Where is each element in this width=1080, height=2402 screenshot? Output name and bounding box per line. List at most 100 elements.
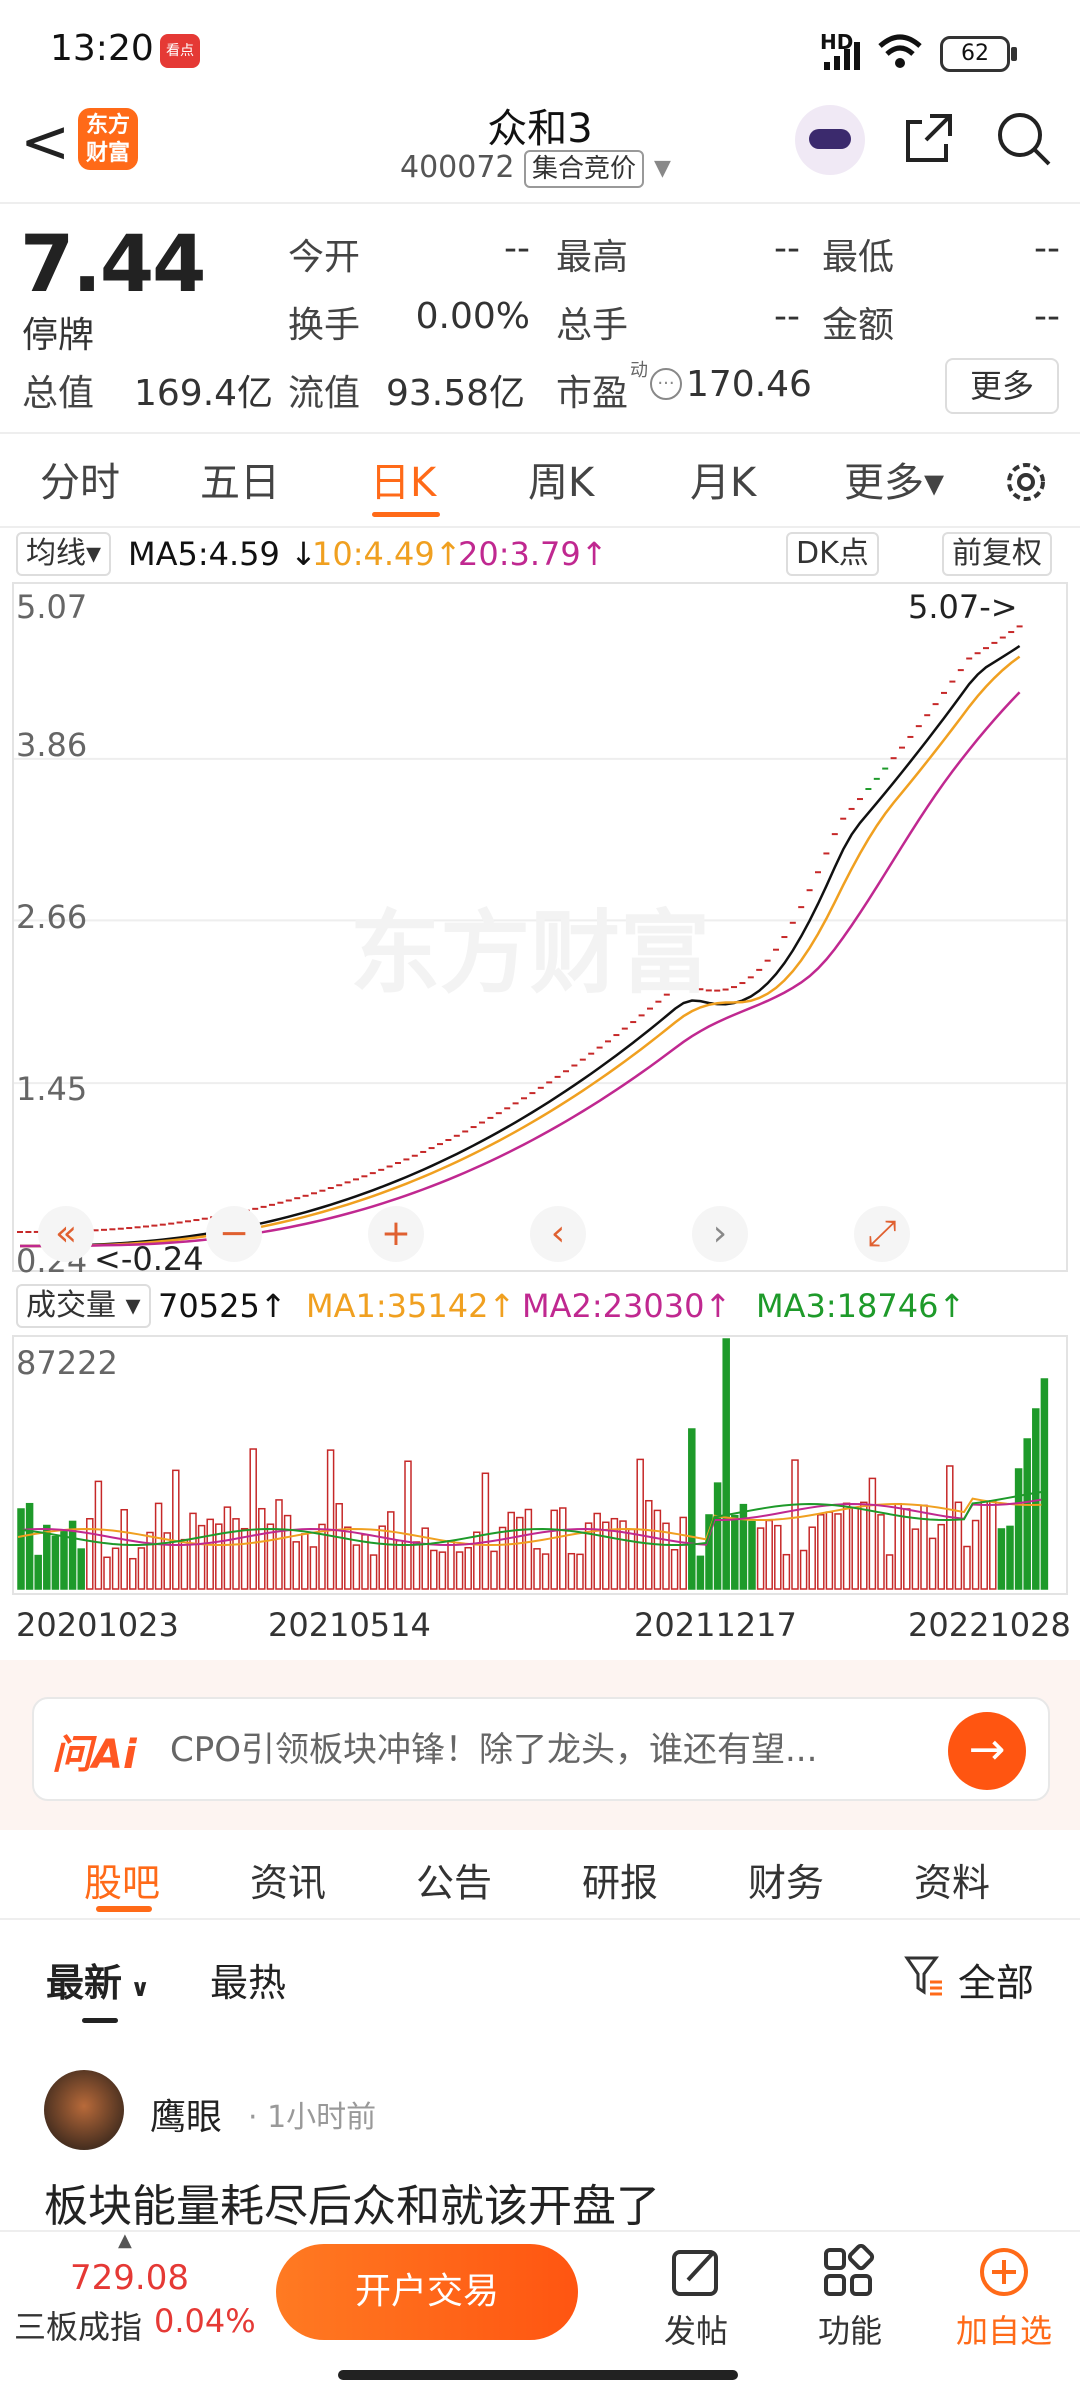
caret-down-icon[interactable]: ▼: [654, 156, 671, 181]
volume-bar: [946, 1465, 954, 1590]
post-time: · 1小时前: [248, 2100, 377, 2135]
tab-guba[interactable]: 股吧: [84, 1852, 160, 1907]
tab-intraday[interactable]: 分时: [40, 450, 120, 508]
volume-bar: [1023, 1438, 1031, 1590]
tab-weekly-k[interactable]: 周K: [528, 450, 594, 508]
tab-finance[interactable]: 财务: [748, 1852, 824, 1907]
index-value[interactable]: 729.08: [70, 2258, 189, 2298]
volume-bar: [799, 1549, 808, 1590]
volume-bar: [868, 1477, 877, 1590]
post-button-label[interactable]: 发帖: [664, 2306, 728, 2352]
volume-bar: [653, 1509, 662, 1590]
divider: [0, 432, 1080, 434]
index-name[interactable]: 三板成指: [14, 2302, 142, 2348]
vol-ma3-line: [17, 1491, 1042, 1547]
tab-more[interactable]: 更多▾: [844, 450, 944, 508]
volume-current: 70525↑: [158, 1287, 287, 1325]
y-tick: 1.45: [16, 1070, 88, 1108]
y-tick: 2.66: [16, 898, 88, 936]
volume-select[interactable]: 成交量 ▾: [16, 1284, 151, 1328]
volume-label: 总手: [556, 305, 629, 346]
home-indicator[interactable]: [338, 2370, 738, 2380]
volume-bar: [25, 1502, 34, 1590]
volume-bar: [731, 1514, 739, 1590]
ai-prompt-text[interactable]: CPO引领板块冲锋！除了龙头，谁还有望...: [170, 1722, 930, 1771]
ma-select[interactable]: 均线▾: [16, 532, 112, 576]
volume-bar: [507, 1511, 515, 1590]
add-watchlist-icon[interactable]: [976, 2244, 1032, 2300]
tab-announcement[interactable]: 公告: [416, 1852, 492, 1907]
amount-value: --: [1034, 296, 1060, 337]
volume-bar: [473, 1531, 481, 1590]
ai-go-button[interactable]: →: [948, 1712, 1026, 1790]
vol-ma1: MA1:35142↑: [306, 1287, 516, 1325]
dk-point-button[interactable]: DK点: [786, 532, 879, 576]
volume-bar: [696, 1555, 705, 1590]
edit-post-icon[interactable]: [668, 2244, 724, 2300]
tab-five-day[interactable]: 五日: [200, 450, 280, 508]
low-label: 最低: [822, 237, 895, 278]
ai-robot-icon[interactable]: [795, 105, 865, 175]
sort-latest[interactable]: 最新 ∨: [46, 1952, 150, 2007]
vol-ma2-line: [17, 1498, 1042, 1547]
open-account-button[interactable]: 开户交易: [276, 2244, 578, 2340]
function-button-label[interactable]: 功能: [818, 2306, 882, 2352]
avatar[interactable]: [44, 2070, 124, 2150]
tab-monthly-k[interactable]: 月K: [690, 450, 756, 508]
volume-bar: [163, 1532, 171, 1590]
rewind-button[interactable]: «: [38, 1206, 94, 1262]
volume-bar: [903, 1508, 911, 1590]
tab-profile[interactable]: 资料: [914, 1852, 990, 1907]
expand-button[interactable]: ⤢: [854, 1206, 910, 1262]
adjust-select[interactable]: 前复权: [942, 532, 1052, 576]
volume-bar: [954, 1501, 963, 1590]
next-button[interactable]: ›: [692, 1206, 748, 1262]
current-price: 7.44: [20, 220, 206, 310]
volume-bar: [851, 1507, 859, 1590]
post-username[interactable]: 鹰眼: [150, 2088, 222, 2140]
battery-icon: 62: [940, 36, 1017, 72]
date-label: 20201023: [16, 1606, 179, 1644]
volume-bar: [860, 1501, 868, 1590]
volume-bar: [154, 1502, 163, 1590]
amount-label: 金额: [822, 305, 895, 346]
volume-bar: [137, 1547, 146, 1590]
mcap-label: 总值: [22, 373, 95, 414]
pe-info-icon[interactable]: ···: [650, 368, 682, 400]
search-icon[interactable]: [995, 110, 1053, 168]
ma5-value: MA5:4.59 ↓: [128, 535, 317, 573]
volume-bar: [980, 1501, 988, 1590]
volume-bar: [550, 1509, 558, 1590]
apps-icon[interactable]: [820, 2244, 876, 2300]
add-watchlist-label[interactable]: 加自选: [956, 2306, 1052, 2352]
filter-icon[interactable]: [904, 1954, 944, 1998]
date-label: 20211217: [634, 1606, 797, 1644]
trading-status: 停牌: [22, 315, 95, 356]
volume-bar: [412, 1541, 421, 1590]
volume-chart[interactable]: [12, 1335, 1068, 1595]
volume-bar: [180, 1538, 189, 1590]
tab-news[interactable]: 资讯: [250, 1852, 326, 1907]
zoom-in-button[interactable]: +: [368, 1206, 424, 1262]
sort-hot[interactable]: 最热: [210, 1952, 286, 2007]
volume-bar: [885, 1554, 894, 1590]
more-button[interactable]: 更多: [945, 358, 1059, 414]
share-icon[interactable]: [900, 110, 956, 166]
zoom-out-button[interactable]: −: [206, 1206, 262, 1262]
signal-icon: [824, 42, 860, 70]
tab-research[interactable]: 研报: [582, 1852, 658, 1907]
volume-bar: [1014, 1468, 1023, 1590]
open-label: 今开: [288, 237, 361, 278]
volume-bar: [51, 1535, 60, 1590]
filter-all[interactable]: 全部: [958, 1952, 1034, 2007]
tab-daily-k[interactable]: 日K: [370, 450, 436, 508]
pe-value: 170.46: [686, 364, 812, 405]
ma20-value: 20:3.79↑: [458, 535, 608, 573]
volume-bar: [842, 1502, 851, 1590]
volume-bar: [344, 1526, 352, 1590]
volume-bar: [232, 1518, 240, 1590]
post-title[interactable]: 板块能量耗尽后众和就该开盘了: [44, 2170, 660, 2234]
prev-button[interactable]: ‹: [530, 1206, 586, 1262]
auction-badge[interactable]: 集合竞价: [524, 150, 645, 188]
gear-icon[interactable]: [1000, 456, 1052, 508]
